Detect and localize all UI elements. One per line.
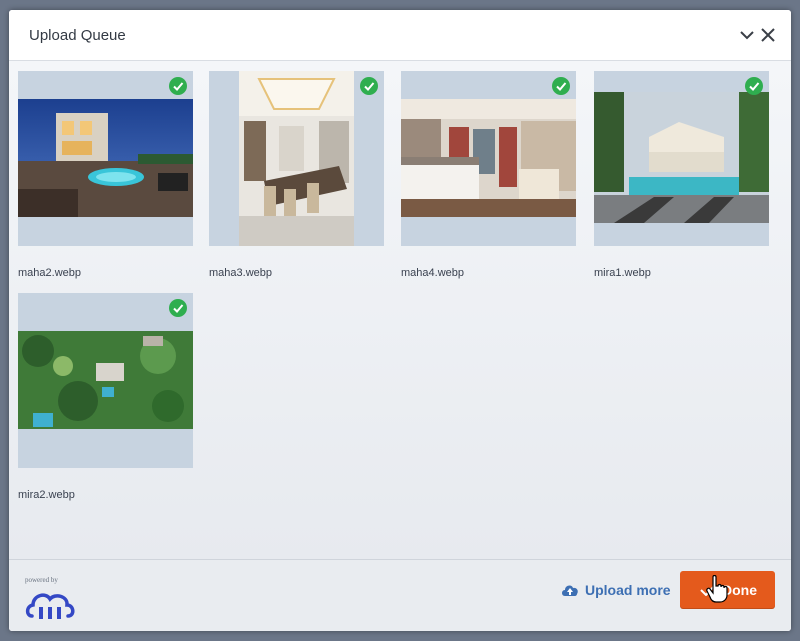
file-tile-maha3[interactable] [209,71,384,246]
check-circle-icon [360,77,378,95]
close-button[interactable] [757,24,779,46]
close-icon [761,28,775,42]
file-name: mira1.webp [594,267,651,279]
dialog-footer: powered by Upload more Done [9,559,791,631]
file-tile-maha4[interactable] [401,71,576,246]
upload-grid: maha2.webp maha3.webp maha4.webp mira1.w… [9,61,791,559]
chevron-down-icon [740,31,754,40]
upload-queue-dialog: Upload Queue maha2.webp maha3.webp maha4… [9,10,791,631]
file-name: maha2.webp [18,267,81,279]
thumbnail-image [239,71,354,246]
thumbnail-image [594,92,769,223]
thumbnail-image [18,331,193,429]
powered-by-text: powered by [25,576,58,584]
file-name: maha3.webp [209,267,272,279]
minimize-button[interactable] [736,24,758,46]
dialog-title: Upload Queue [29,27,126,44]
thumbnail-image [18,99,193,217]
file-name: mira2.webp [18,489,75,501]
check-circle-icon [169,299,187,317]
dialog-header: Upload Queue [9,10,791,61]
file-tile-mira1[interactable] [594,71,769,246]
check-circle-icon [169,77,187,95]
thumbnail-image [401,99,576,217]
file-tile-maha2[interactable] [18,71,193,246]
file-name: maha4.webp [401,267,464,279]
upload-more-label: Upload more [585,582,671,598]
hand-pointer-cursor-icon [706,575,728,603]
cloud-upload-icon [562,585,578,596]
check-circle-icon [552,77,570,95]
cloudinary-logo[interactable] [24,586,76,622]
check-circle-icon [745,77,763,95]
file-tile-mira2[interactable] [18,293,193,468]
